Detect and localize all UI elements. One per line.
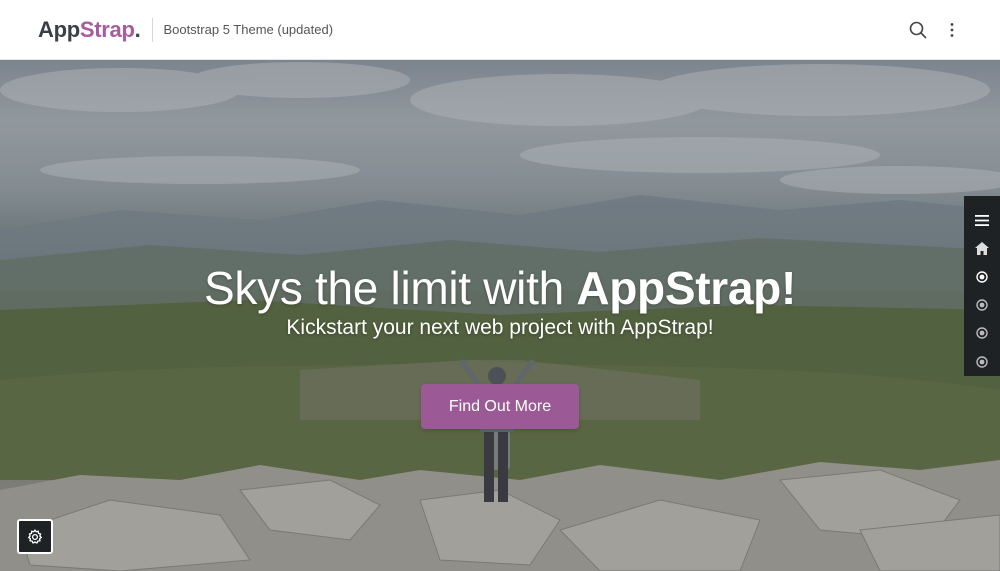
- top-navbar: AppStrap. Bootstrap 5 Theme (updated): [0, 0, 1000, 60]
- gear-icon: [27, 528, 43, 544]
- brand-tagline: Bootstrap 5 Theme (updated): [163, 22, 334, 37]
- hero-section: Skys the limit with AppStrap! Kickstart …: [0, 60, 1000, 571]
- dot-icon[interactable]: [964, 319, 1000, 347]
- settings-button[interactable]: [17, 519, 53, 554]
- headline-bold: AppStrap!: [576, 262, 796, 314]
- home-icon[interactable]: [964, 234, 1000, 262]
- brand-part-strap: Strap: [79, 16, 135, 42]
- dot-icon[interactable]: [964, 291, 1000, 319]
- headline-prefix: Skys the limit with: [204, 262, 577, 314]
- more-vertical-icon[interactable]: [942, 20, 962, 40]
- menu-icon[interactable]: [964, 206, 1000, 234]
- find-out-more-button[interactable]: Find Out More: [421, 384, 579, 429]
- dot-icon[interactable]: [964, 348, 1000, 376]
- brand-logo[interactable]: AppStrap.: [38, 16, 141, 42]
- hero-headline: Skys the limit with AppStrap!: [0, 261, 1000, 315]
- brand-part-dot: .: [134, 16, 141, 42]
- dot-icon-active[interactable]: [964, 263, 1000, 291]
- side-dot-nav: [964, 196, 1000, 376]
- brand-divider: [152, 17, 154, 42]
- search-icon[interactable]: [908, 20, 928, 40]
- hero-subheadline: Kickstart your next web project with App…: [286, 316, 714, 339]
- brand-part-app: App: [38, 16, 80, 42]
- navbar-actions: [908, 20, 962, 40]
- hero-content: Skys the limit with AppStrap! Kickstart …: [0, 60, 1000, 571]
